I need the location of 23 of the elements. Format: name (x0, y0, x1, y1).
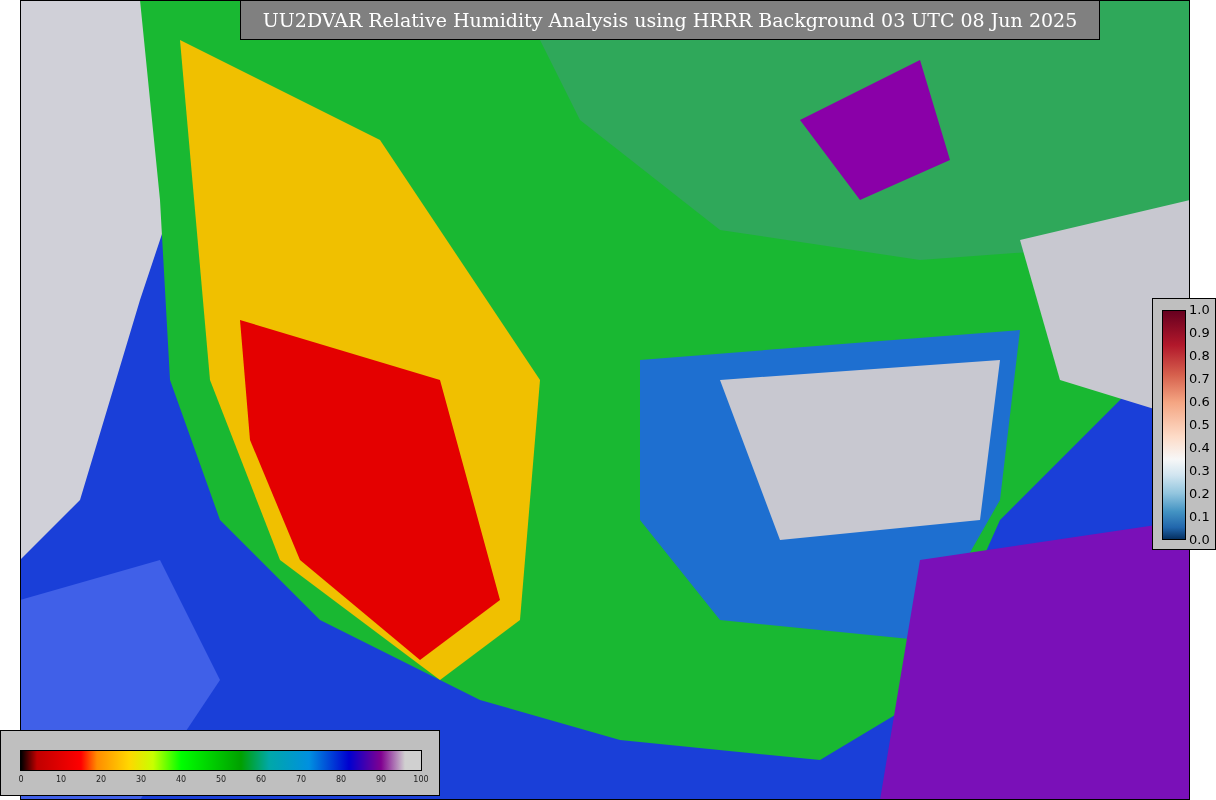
tick-label: 0.3 (1189, 464, 1210, 478)
tick-label: 0.5 (1189, 418, 1210, 432)
tick-label: 50 (215, 775, 227, 785)
tick-label: 40 (175, 775, 187, 785)
tick-label: 0.7 (1189, 372, 1210, 386)
tick-label: 0.1 (1189, 510, 1210, 524)
tick-label: 90 (375, 775, 387, 785)
tick-label: 80 (335, 775, 347, 785)
tick-label: 0.2 (1189, 487, 1210, 501)
tick-label: 1.0 (1189, 303, 1210, 317)
tick-label: 70 (295, 775, 307, 785)
tick-label: 60 (255, 775, 267, 785)
tick-label: 30 (135, 775, 147, 785)
map-title: UU2DVAR Relative Humidity Analysis using HRRR Background 03 UTC 08 Jun 2025 (240, 0, 1100, 40)
tick-label: 100 (413, 775, 429, 785)
tick-label: 0.4 (1189, 441, 1210, 455)
tick-label: 0.6 (1189, 395, 1210, 409)
tick-label: 0.8 (1189, 349, 1210, 363)
tick-label: 0 (18, 775, 24, 785)
tick-label: 20 (95, 775, 107, 785)
tick-label: 0.9 (1189, 326, 1210, 340)
tick-label: 0.0 (1189, 533, 1210, 547)
tick-label: 10 (55, 775, 67, 785)
